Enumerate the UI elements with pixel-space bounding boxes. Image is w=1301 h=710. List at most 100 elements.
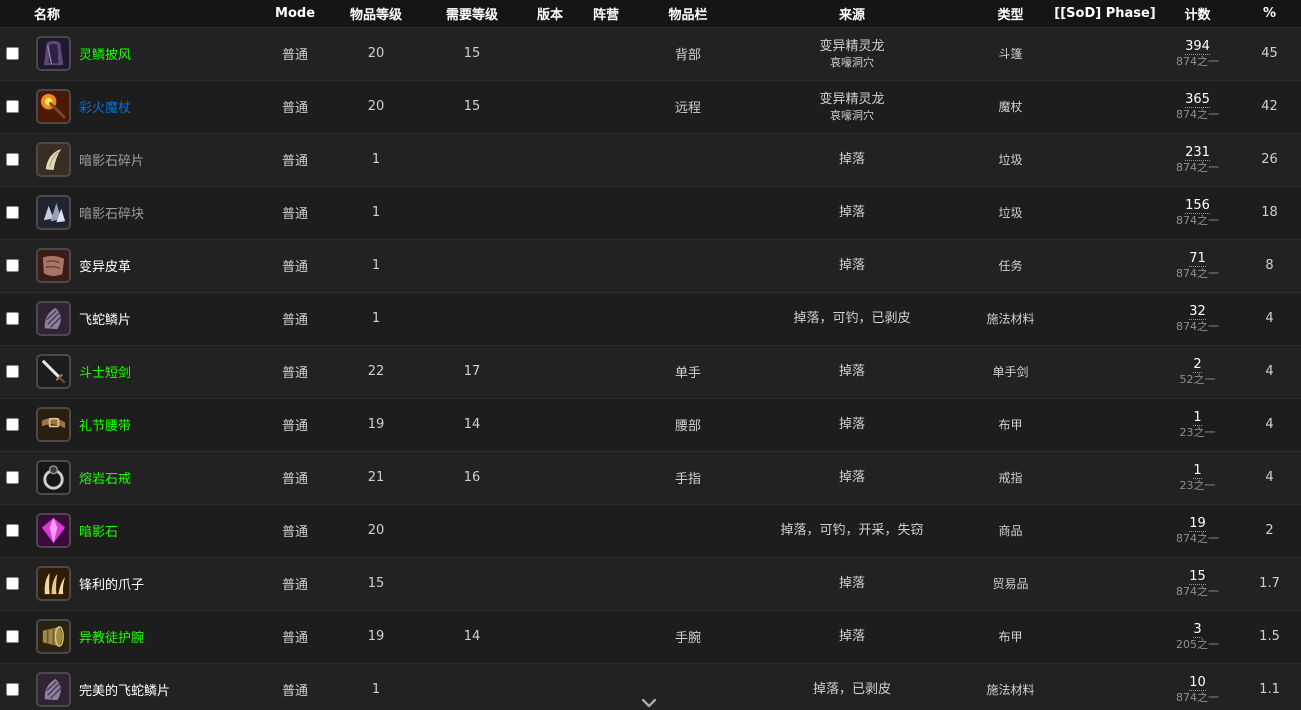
- count-cell: 1 23之一: [1157, 451, 1238, 504]
- table-row[interactable]: 暗影石 普通 20 掉落，可钓，开采，失窃 商品 19 874之一 2: [0, 504, 1301, 557]
- item-link[interactable]: 礼节腰带: [79, 415, 131, 434]
- row-checkbox[interactable]: [6, 471, 19, 484]
- side-cell: [572, 451, 640, 504]
- percent-cell: 4: [1265, 417, 1274, 432]
- required-level-cell: [416, 557, 528, 610]
- row-checkbox[interactable]: [6, 153, 19, 166]
- table-row[interactable]: 异教徒护腕 普通 19 14 手腕 掉落 布甲 3 205之一 1.5: [0, 610, 1301, 663]
- item-link[interactable]: 飞蛇鳞片: [79, 309, 131, 328]
- source-zone-link[interactable]: 哀嚎洞穴: [736, 56, 968, 70]
- row-checkbox[interactable]: [6, 418, 19, 431]
- source-zone-link[interactable]: 哀嚎洞穴: [736, 109, 968, 123]
- count-value: 231: [1185, 144, 1210, 161]
- side-cell: [572, 557, 640, 610]
- table-row[interactable]: 暗影石碎块 普通 1 掉落 垃圾 156 874之一 18: [0, 186, 1301, 239]
- row-checkbox[interactable]: [6, 365, 19, 378]
- version-cell: [528, 186, 572, 239]
- item-link[interactable]: 完美的飞蛇鳞片: [79, 680, 170, 699]
- row-select-cell: [0, 27, 36, 80]
- header-version[interactable]: 版本: [528, 0, 572, 27]
- percent-cell: 4: [1265, 364, 1274, 379]
- table-row[interactable]: 彩火魔杖 普通 20 15 远程 变异精灵龙 哀嚎洞穴 魔杖 365 874之一 42: [0, 80, 1301, 133]
- item-name-cell: 暗影石碎块: [36, 186, 254, 239]
- row-checkbox[interactable]: [6, 259, 19, 272]
- cloak-icon[interactable]: [36, 36, 71, 71]
- type-cell: 斗篷: [998, 47, 1023, 61]
- row-checkbox[interactable]: [6, 630, 19, 643]
- item-link[interactable]: 暗影石: [79, 521, 118, 540]
- header-slot[interactable]: 物品栏: [640, 0, 736, 27]
- item-link[interactable]: 变异皮革: [79, 256, 131, 275]
- item-link[interactable]: 斗士短剑: [79, 362, 131, 381]
- side-cell: [572, 27, 640, 80]
- side-cell: [572, 398, 640, 451]
- table-row[interactable]: 熔岩石戒 普通 21 16 手指 掉落 戒指 1 23之一 4: [0, 451, 1301, 504]
- table-row[interactable]: 礼节腰带 普通 19 14 腰部 掉落 布甲 1 23之一 4: [0, 398, 1301, 451]
- row-checkbox[interactable]: [6, 524, 19, 537]
- crystal-chunk-icon[interactable]: [36, 195, 71, 230]
- header-source[interactable]: 来源: [736, 0, 968, 27]
- header-required-level[interactable]: 需要等级: [416, 0, 528, 27]
- header-side[interactable]: 阵营: [572, 0, 640, 27]
- source-cell: 掉落: [736, 610, 968, 663]
- row-checkbox[interactable]: [6, 100, 19, 113]
- row-checkbox[interactable]: [6, 577, 19, 590]
- item-name-cell: 飞蛇鳞片: [36, 292, 254, 345]
- row-select-cell: [0, 398, 36, 451]
- table-row[interactable]: 斗士短剑 普通 22 17 单手 掉落 单手剑 2 52之一 4: [0, 345, 1301, 398]
- gem-icon[interactable]: [36, 513, 71, 548]
- version-cell: [528, 610, 572, 663]
- item-link[interactable]: 暗影石碎片: [79, 150, 144, 169]
- item-link[interactable]: 锋利的爪子: [79, 574, 144, 593]
- row-select-cell: [0, 292, 36, 345]
- table-row[interactable]: 飞蛇鳞片 普通 1 掉落，可钓，已剥皮 施法材料 32 874之一 4: [0, 292, 1301, 345]
- count-value: 15: [1189, 568, 1206, 585]
- item-link[interactable]: 彩火魔杖: [79, 97, 131, 116]
- item-link[interactable]: 暗影石碎块: [79, 203, 144, 222]
- row-select-cell: [0, 133, 36, 186]
- header-mode[interactable]: Mode: [254, 0, 336, 27]
- row-checkbox[interactable]: [6, 206, 19, 219]
- header-item-level[interactable]: 物品等级: [336, 0, 416, 27]
- belt-icon[interactable]: [36, 407, 71, 442]
- mode-cell: 普通: [282, 366, 309, 381]
- scale-icon[interactable]: [36, 672, 71, 708]
- wand-icon[interactable]: [36, 89, 71, 124]
- bracer-icon[interactable]: [36, 619, 71, 654]
- ring-icon[interactable]: [36, 460, 71, 495]
- table-row[interactable]: 变异皮革 普通 1 掉落 任务 71 874之一 8: [0, 239, 1301, 292]
- table-row[interactable]: 暗影石碎片 普通 1 掉落 垃圾 231 874之一 26: [0, 133, 1301, 186]
- fang-icon[interactable]: [36, 142, 71, 177]
- item-link[interactable]: 异教徒护腕: [79, 627, 144, 646]
- count-value: 3: [1193, 621, 1202, 638]
- item-name-cell: 熔岩石戒: [36, 451, 254, 504]
- header-name[interactable]: 名称: [0, 0, 254, 27]
- side-cell: [572, 292, 640, 345]
- leather-icon[interactable]: [36, 248, 71, 283]
- count-value: 1: [1193, 462, 1202, 479]
- chevron-down-icon[interactable]: [641, 697, 657, 709]
- header-phase[interactable]: [[SoD] Phase]: [1053, 0, 1157, 27]
- header-type[interactable]: 类型: [968, 0, 1053, 27]
- header-percent[interactable]: %: [1238, 0, 1301, 27]
- count-value: 156: [1185, 197, 1210, 214]
- row-checkbox[interactable]: [6, 683, 19, 697]
- phase-cell: [1053, 133, 1157, 186]
- phase-cell: [1053, 239, 1157, 292]
- item-link[interactable]: 灵鳞披风: [79, 44, 131, 63]
- row-checkbox[interactable]: [6, 312, 19, 325]
- row-checkbox[interactable]: [6, 47, 19, 60]
- claw-icon[interactable]: [36, 566, 71, 601]
- mode-cell: 普通: [282, 684, 309, 700]
- phase-cell: [1053, 345, 1157, 398]
- count-value: 19: [1189, 515, 1206, 532]
- sword-icon[interactable]: [36, 354, 71, 389]
- item-name-cell: 彩火魔杖: [36, 80, 254, 133]
- header-count[interactable]: 计数: [1157, 0, 1238, 27]
- mode-cell: 普通: [282, 101, 309, 116]
- item-link[interactable]: 熔岩石戒: [79, 468, 131, 487]
- required-level-cell: [416, 663, 528, 710]
- scale-icon[interactable]: [36, 301, 71, 336]
- table-row[interactable]: 灵鳞披风 普通 20 15 背部 变异精灵龙 哀嚎洞穴 斗篷 394 874之一 45: [0, 27, 1301, 80]
- table-row[interactable]: 锋利的爪子 普通 15 掉落 贸易品 15 874之一 1.7: [0, 557, 1301, 610]
